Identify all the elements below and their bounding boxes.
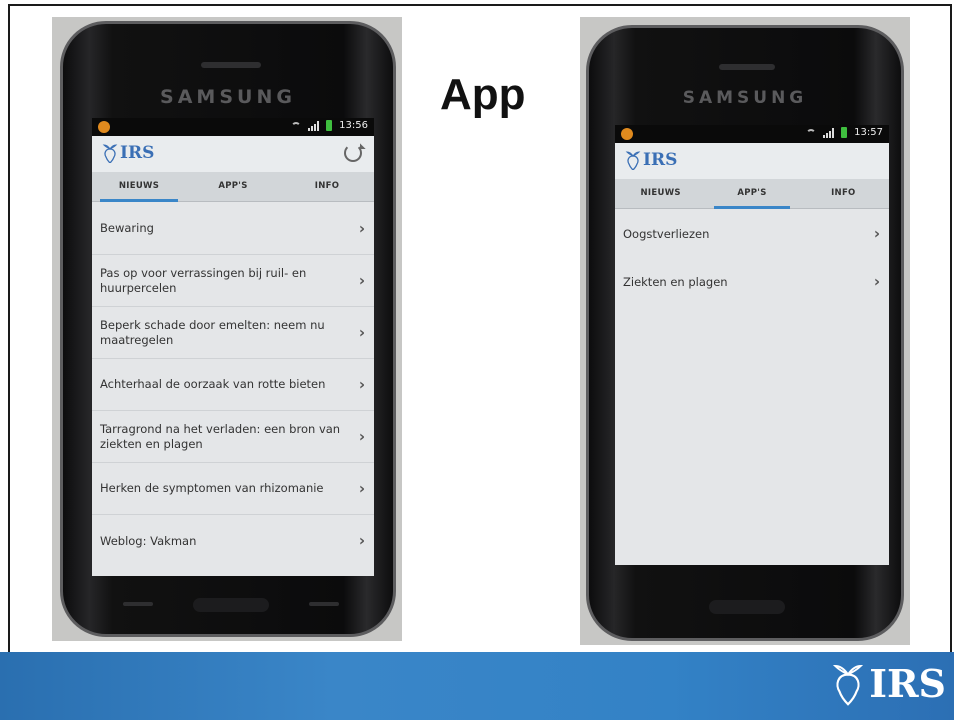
phone-screen: 13:57 IRS NIEUWS APP'S INFO Oogstverliez… bbox=[615, 125, 889, 565]
wifi-icon bbox=[291, 121, 302, 130]
battery-icon bbox=[326, 120, 333, 131]
list-item[interactable]: Achterhaal de oorzaak van rotte bieten › bbox=[92, 359, 374, 411]
app-bar: IRS bbox=[615, 143, 889, 179]
tab-bar: NIEUWS APP'S INFO bbox=[92, 172, 374, 202]
beet-logo-icon bbox=[625, 151, 641, 170]
news-list: Bewaring › Pas op voor verrassingen bij r… bbox=[92, 203, 374, 567]
list-item[interactable]: Oogstverliezen › bbox=[615, 210, 889, 258]
phone-screen: 13:56 IRS NIEUWS APP'S INFO Bewaring › P… bbox=[92, 118, 374, 576]
phone-body: SAMSUNG 13:56 IRS NIEUWS APP'S INFO Bewa… bbox=[60, 21, 396, 637]
apps-list: Oogstverliezen › Ziekten en plagen › bbox=[615, 210, 889, 306]
chevron-right-icon: › bbox=[873, 224, 880, 243]
chevron-right-icon: › bbox=[358, 271, 365, 289]
beet-logo-icon bbox=[102, 144, 118, 163]
home-button bbox=[709, 600, 785, 614]
status-time: 13:56 bbox=[339, 120, 368, 131]
chevron-right-icon: › bbox=[358, 531, 365, 550]
battery-icon bbox=[841, 127, 848, 138]
beet-logo-icon bbox=[833, 665, 864, 706]
signal-icon bbox=[823, 127, 835, 138]
tab-info[interactable]: INFO bbox=[280, 172, 374, 201]
status-bar: 13:57 bbox=[615, 125, 889, 143]
notification-icon bbox=[98, 121, 110, 133]
chevron-right-icon: › bbox=[358, 427, 365, 445]
list-item[interactable]: Herken de symptomen van rhizomanie › bbox=[92, 463, 374, 515]
tab-info[interactable]: INFO bbox=[798, 179, 889, 208]
tab-nieuws[interactable]: NIEUWS bbox=[92, 172, 186, 202]
irs-logo: IRS bbox=[102, 143, 154, 163]
footer-band: IRS bbox=[0, 652, 954, 720]
slide: App SAMSUNG 13:56 IRS NIEUWS APP'S INFO … bbox=[0, 0, 954, 720]
refresh-icon[interactable] bbox=[344, 144, 362, 162]
phone-photo-left: SAMSUNG 13:56 IRS NIEUWS APP'S INFO Bewa… bbox=[52, 17, 402, 641]
phone-brand: SAMSUNG bbox=[682, 88, 808, 108]
list-item[interactable]: Bewaring › bbox=[92, 203, 374, 255]
status-bar: 13:56 bbox=[92, 118, 374, 136]
list-item[interactable]: Tarragrond na het verladen: een bron van… bbox=[92, 411, 374, 463]
status-time: 13:57 bbox=[854, 127, 883, 138]
chevron-right-icon: › bbox=[358, 375, 365, 393]
phone-brand: SAMSUNG bbox=[160, 86, 296, 108]
tab-apps[interactable]: APP'S bbox=[186, 172, 280, 201]
logo-text: IRS bbox=[120, 143, 155, 163]
tab-nieuws[interactable]: NIEUWS bbox=[615, 179, 706, 208]
hardware-button-right bbox=[309, 602, 339, 606]
chevron-right-icon: › bbox=[358, 323, 365, 341]
wifi-icon bbox=[806, 128, 817, 137]
irs-logo: IRS bbox=[625, 150, 677, 170]
chevron-right-icon: › bbox=[358, 479, 365, 497]
home-button bbox=[193, 598, 269, 612]
slide-title: App bbox=[440, 70, 526, 119]
earpiece-speaker bbox=[719, 64, 775, 70]
phone-photo-right: SAMSUNG 13:57 IRS NIEUWS APP'S INFO Oogs… bbox=[580, 17, 910, 645]
footer-irs-logo: IRS bbox=[831, 660, 946, 706]
notification-icon bbox=[621, 128, 633, 140]
list-item[interactable]: Ziekten en plagen › bbox=[615, 258, 889, 306]
footer-logo-text: IRS bbox=[869, 660, 946, 706]
logo-text: IRS bbox=[643, 150, 678, 170]
earpiece-speaker bbox=[201, 62, 261, 68]
chevron-right-icon: › bbox=[873, 272, 880, 291]
list-item[interactable]: Pas op voor verrassingen bij ruil- en hu… bbox=[92, 255, 374, 307]
tab-apps[interactable]: APP'S bbox=[706, 179, 797, 209]
list-item[interactable]: Weblog: Vakman › bbox=[92, 515, 374, 567]
hardware-button-left bbox=[123, 602, 153, 606]
chevron-right-icon: › bbox=[358, 219, 365, 237]
list-item[interactable]: Beperk schade door emelten: neem nu maat… bbox=[92, 307, 374, 359]
tab-bar: NIEUWS APP'S INFO bbox=[615, 179, 889, 209]
signal-icon bbox=[308, 120, 320, 131]
phone-body: SAMSUNG 13:57 IRS NIEUWS APP'S INFO Oogs… bbox=[586, 25, 904, 641]
app-bar: IRS bbox=[92, 136, 374, 172]
